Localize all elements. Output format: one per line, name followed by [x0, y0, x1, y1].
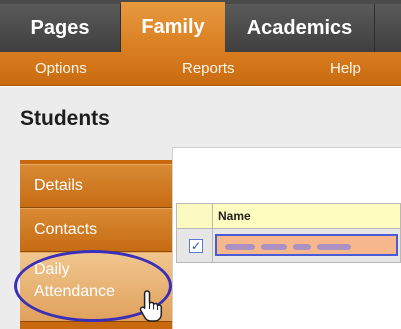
- student-name-cell[interactable]: [215, 234, 398, 256]
- row-checkbox[interactable]: ✓: [189, 239, 203, 253]
- grid-select-cell: ✓: [177, 229, 213, 262]
- tab-academics[interactable]: Academics: [225, 4, 375, 52]
- redacted-name-part: [317, 244, 351, 250]
- tab-pages[interactable]: Pages: [0, 4, 121, 52]
- page-title: Students: [20, 107, 110, 130]
- grid-column-name[interactable]: Name: [218, 209, 251, 223]
- tab-family-label: Family: [141, 15, 205, 38]
- nav-item-details[interactable]: Details: [20, 164, 172, 208]
- grid-select-column-header: [177, 204, 213, 228]
- tab-next-partial[interactable]: [375, 4, 401, 52]
- menu-help[interactable]: Help: [330, 60, 361, 77]
- app-window: Pages Family Academics Options Reports H…: [0, 0, 401, 329]
- redacted-name-part: [261, 244, 287, 250]
- tab-family[interactable]: Family: [121, 2, 225, 52]
- hand-pointer-icon: [139, 290, 163, 322]
- grid-header-row: Name: [176, 203, 401, 229]
- top-navigation-bar: Pages Family Academics: [0, 0, 401, 52]
- menu-options[interactable]: Options: [35, 60, 87, 77]
- sub-menu-bar: Options Reports Help: [0, 52, 401, 86]
- redacted-name-part: [225, 244, 255, 250]
- menu-reports[interactable]: Reports: [182, 60, 235, 77]
- nav-item-details-label: Details: [34, 177, 83, 194]
- tab-academics-label: Academics: [246, 16, 353, 39]
- table-row[interactable]: ✓: [176, 229, 401, 263]
- tab-pages-label: Pages: [30, 16, 90, 39]
- redacted-name-part: [293, 244, 311, 250]
- nav-item-contacts-label: Contacts: [34, 221, 98, 238]
- nav-item-contacts[interactable]: Contacts: [20, 208, 172, 252]
